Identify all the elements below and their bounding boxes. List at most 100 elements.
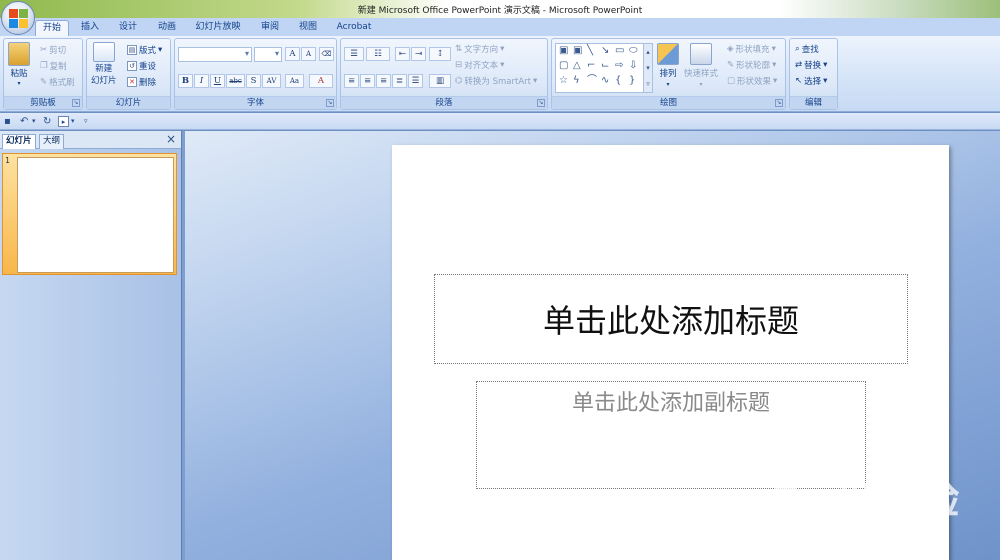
slide-thumbnail[interactable] <box>17 157 174 273</box>
align-left-button[interactable]: ≡ <box>344 74 359 88</box>
text-direction-button[interactable]: ⇅ 文字方向 ▾ <box>455 43 504 55</box>
reset-button[interactable]: ↺ 重设 <box>127 60 156 72</box>
qat-dropdown-icon[interactable]: ▾ <box>71 116 75 127</box>
paragraph-launcher-icon[interactable]: ↘ <box>537 99 545 107</box>
redo-icon[interactable]: ↻ <box>43 116 51 127</box>
layout-button[interactable]: ▤ 版式 ▾ <box>127 44 162 56</box>
rectangle-shape-icon[interactable]: ▭ <box>615 45 624 56</box>
change-case-button[interactable]: Aa <box>285 74 304 88</box>
copy-button[interactable]: ❐ 复制 <box>40 60 67 72</box>
tab-slideshow[interactable]: 幻灯片放映 <box>190 20 246 36</box>
undo-icon[interactable]: ↶ <box>20 116 28 127</box>
save-icon[interactable]: ▪ <box>4 116 11 127</box>
grow-font-button[interactable]: A <box>285 47 300 61</box>
title-placeholder[interactable]: 单击此处添加标题 <box>434 274 908 364</box>
find-button[interactable]: ⌕ 查找 <box>795 43 819 55</box>
align-center-button[interactable]: ≡ <box>360 74 375 88</box>
strikethrough-button[interactable]: abc <box>226 74 245 88</box>
font-launcher-icon[interactable]: ↘ <box>326 99 334 107</box>
clear-format-button[interactable]: ⌫ <box>319 47 334 61</box>
increase-indent-button[interactable]: ⇥ <box>411 47 426 61</box>
justify-button[interactable]: ≣ <box>392 74 407 88</box>
tab-home[interactable]: 开始 <box>35 20 69 36</box>
paste-label: 粘贴 <box>10 69 28 79</box>
cut-button[interactable]: ✂ 剪切 <box>40 44 66 56</box>
arrange-label: 排列 <box>659 69 677 79</box>
line-shape-icon[interactable]: ╲ <box>587 45 593 56</box>
slideshow-icon[interactable]: ▸ <box>58 116 69 127</box>
font-family-select[interactable] <box>178 47 252 62</box>
tab-view[interactable]: 视图 <box>292 20 324 36</box>
quick-styles-label: 快速样式 <box>684 69 719 79</box>
tab-design[interactable]: 设计 <box>112 20 144 36</box>
reset-label: 重设 <box>139 62 157 72</box>
shadow-button[interactable]: S <box>246 74 261 88</box>
undo-dropdown-icon[interactable]: ▾ <box>32 116 36 127</box>
curve-shape-icon[interactable]: ⌒ <box>587 75 597 86</box>
find-label: 查找 <box>801 45 819 55</box>
lightning-shape-icon[interactable]: ϟ <box>573 75 580 86</box>
line-spacing-button[interactable]: ↕ <box>429 47 451 61</box>
right-brace-shape-icon[interactable]: } <box>629 75 635 86</box>
clipboard-launcher-icon[interactable]: ↘ <box>72 99 80 107</box>
shape-outline-button[interactable]: ✎ 形状轮廓 ▾ <box>727 59 776 71</box>
triangle-shape-icon[interactable]: △ <box>573 60 581 71</box>
tab-animations[interactable]: 动画 <box>150 20 184 36</box>
shapes-gallery-scroll[interactable]: ▴ ▾ ▿ <box>643 43 653 93</box>
bullets-button[interactable]: ☰ <box>344 47 364 61</box>
textbox-shape-icon[interactable]: ▣ <box>559 45 568 56</box>
decrease-indent-button[interactable]: ⇤ <box>395 47 410 61</box>
font-color-button[interactable]: A <box>309 74 333 88</box>
delete-slide-button[interactable]: ✕ 删除 <box>127 76 156 88</box>
char-spacing-button[interactable]: AV <box>262 74 281 88</box>
right-arrow-shape-icon[interactable]: ⇨ <box>615 60 623 71</box>
align-right-button[interactable]: ≡ <box>376 74 391 88</box>
customize-qat-icon[interactable]: ▿ <box>84 116 88 127</box>
paste-button[interactable]: 粘贴 ▾ <box>8 42 30 87</box>
shape-fill-button[interactable]: ◈ 形状填充 ▾ <box>727 43 776 55</box>
freeform-shape-icon[interactable]: ∿ <box>601 75 609 86</box>
close-icon[interactable]: × <box>166 132 176 146</box>
vertical-textbox-shape-icon[interactable]: ▣ <box>573 45 582 56</box>
elbow-arrow-shape-icon[interactable]: ⌙ <box>601 60 609 71</box>
slide-thumbnail-selected[interactable]: 1 <box>2 153 177 275</box>
replace-button[interactable]: ⇄ 替换 ▾ <box>795 59 827 71</box>
rounded-rect-shape-icon[interactable]: ▢ <box>559 60 568 71</box>
new-slide-label-2: 幻灯片 <box>91 76 117 86</box>
drawing-launcher-icon[interactable]: ↘ <box>775 99 783 107</box>
tab-insert[interactable]: 插入 <box>75 20 105 36</box>
convert-smartart-button[interactable]: ⌬ 转换为 SmartArt ▾ <box>455 75 537 87</box>
italic-button[interactable]: I <box>194 74 209 88</box>
font-size-select[interactable] <box>254 47 282 62</box>
tab-acrobat[interactable]: Acrobat <box>332 20 376 36</box>
elbow-connector-shape-icon[interactable]: ⌐ <box>587 60 595 71</box>
indent-icon: ⇥ <box>414 49 423 59</box>
tab-review[interactable]: 审阅 <box>254 20 286 36</box>
tab-slides-pane[interactable]: 幻灯片 <box>2 134 36 149</box>
shrink-font-button[interactable]: A <box>301 47 316 61</box>
select-button[interactable]: ↖ 选择 ▾ <box>795 75 827 87</box>
down-arrow-shape-icon[interactable]: ⇩ <box>629 60 637 71</box>
arrow-line-shape-icon[interactable]: ↘ <box>601 45 609 56</box>
copy-icon: ❐ <box>40 61 48 71</box>
align-text-button[interactable]: ⊟ 对齐文本 ▾ <box>455 59 504 71</box>
quick-styles-button[interactable]: 快速样式 ▾ <box>684 43 718 88</box>
format-painter-button[interactable]: ✎ 格式刷 <box>40 76 75 88</box>
new-slide-icon <box>92 42 115 62</box>
star-shape-icon[interactable]: ☆ <box>559 75 568 86</box>
baidu-watermark: Bai度经验 jingyan.baidu.com <box>760 455 1000 545</box>
justify-icon: ≣ <box>395 76 404 86</box>
left-brace-shape-icon[interactable]: { <box>615 75 621 86</box>
columns-button[interactable]: ▥ <box>429 74 451 88</box>
office-button[interactable] <box>1 1 35 35</box>
shape-effects-button[interactable]: ▢ 形状效果 ▾ <box>727 75 777 87</box>
numbering-button[interactable]: ☷ <box>366 47 390 61</box>
shapes-gallery[interactable]: ▣ ▣ ╲ ↘ ▭ ⬭ ▢ △ ⌐ ⌙ ⇨ ⇩ ☆ ϟ ⌒ ∿ { } <box>555 43 651 93</box>
underline-button[interactable]: U <box>210 74 225 88</box>
arrange-button[interactable]: 排列 ▾ <box>657 43 679 88</box>
new-slide-button[interactable]: 新建 幻灯片 <box>91 42 117 86</box>
oval-shape-icon[interactable]: ⬭ <box>629 45 638 56</box>
tab-outline-pane[interactable]: 大纲 <box>39 134 65 149</box>
distribute-button[interactable]: ☰ <box>408 74 423 88</box>
bold-button[interactable]: B <box>178 74 193 88</box>
